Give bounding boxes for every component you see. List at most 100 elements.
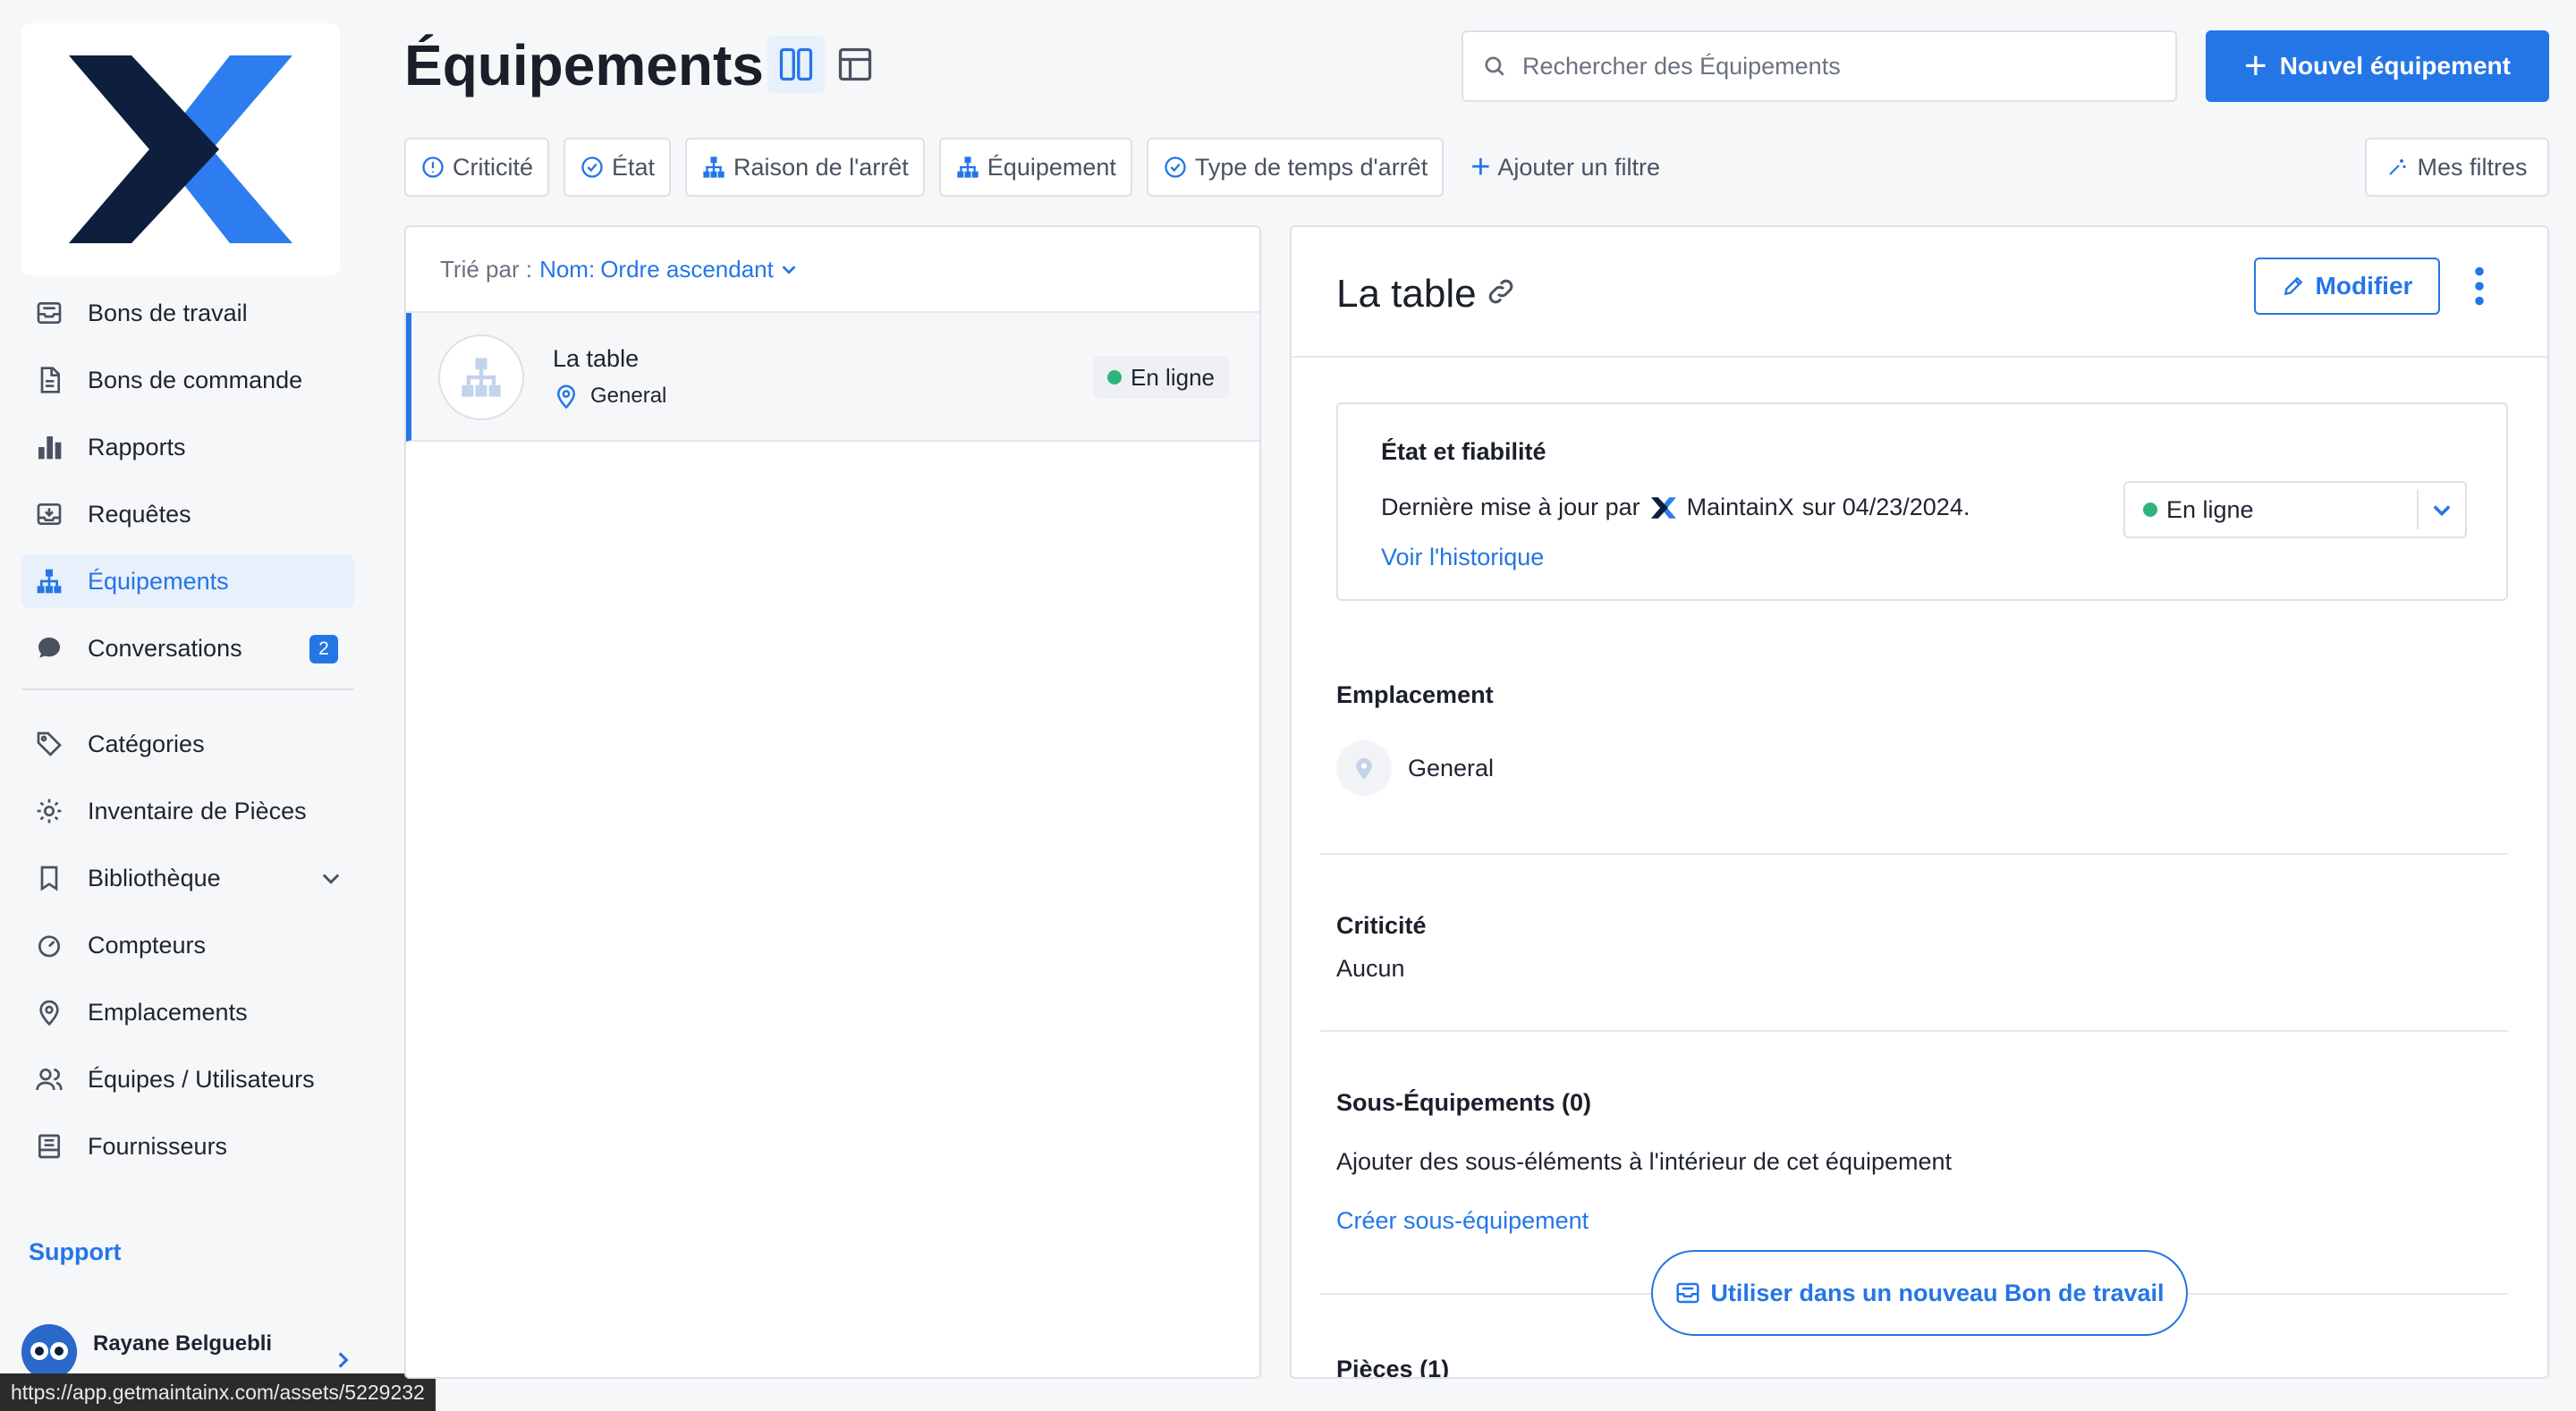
filter-state[interactable]: État [564,138,672,197]
status-bar-url: https://app.getmaintainx.com/assets/5229… [0,1373,436,1411]
history-link[interactable]: Voir l'historique [1381,544,1544,571]
unread-badge: 2 [309,635,338,663]
create-sub-asset-link[interactable]: Créer sous-équipement [1336,1207,1589,1235]
link-icon[interactable] [1485,275,1517,308]
section-divider [1320,853,2508,855]
sidebar-item-teams-users[interactable]: Équipes / Utilisateurs [21,1052,354,1106]
filter-asset[interactable]: Équipement [938,138,1132,197]
online-dot [2143,503,2157,517]
sidebar-item-vendors[interactable]: Fournisseurs [21,1120,354,1173]
chevron-down-icon[interactable] [779,259,799,279]
filter-bar: Criticité État Raison de l'arrêt Équipem… [404,138,1689,197]
tag-icon [34,729,64,759]
storefront-icon [34,1131,64,1162]
state-reliability-card: État et fiabilité Dernière mise à jour p… [1336,402,2508,601]
state-updated-suffix: sur 04/23/2024. [1801,494,1970,520]
users-icon [34,1064,64,1094]
sub-assets-text: Ajouter des sous-éléments à l'intérieur … [1336,1148,1953,1175]
chevron-right-icon[interactable] [331,1348,354,1372]
filter-label: Type de temps d'arrêt [1194,153,1428,181]
filter-criticality[interactable]: Criticité [404,138,550,197]
sidebar-item-label: Rapports [88,433,186,460]
asset-list-panel: Trié par : Nom: Ordre ascendant La table… [404,225,1261,1379]
new-asset-label: Nouvel équipement [2279,52,2511,80]
asset-location: General [553,383,666,410]
asset-location-label: General [590,384,667,408]
search-input[interactable]: Rechercher des Équipements [1462,30,2177,102]
map-pin-icon [556,384,576,410]
check-circle-icon [1165,156,1186,178]
edit-button[interactable]: Modifier [2254,258,2440,315]
list-item[interactable]: La table General En ligne [406,313,1259,442]
sidebar-item-label: Équipes / Utilisateurs [88,1065,315,1093]
filter-label: État [612,153,656,181]
sidebar-item-meters[interactable]: Compteurs [21,918,354,972]
sidebar-nav: Bons de travail Bons de commande Rapport… [21,286,354,1187]
hierarchy-icon [957,156,979,178]
alert-circle-icon [422,156,444,178]
sidebar-item-categories[interactable]: Catégories [21,717,354,771]
filter-downtime-type[interactable]: Type de temps d'arrêt [1146,138,1445,197]
sort-prefix: Trié par : [440,255,533,283]
check-circle-icon [581,156,603,178]
asset-avatar [438,334,524,420]
my-filters-button[interactable]: Mes filtres [2365,138,2549,197]
maintainx-logo-icon [69,55,292,243]
sidebar-item-work-orders[interactable]: Bons de travail [21,286,354,340]
sidebar-item-label: Catégories [88,730,205,757]
map-pin-icon [1356,757,1372,780]
sidebar-item-label: Équipements [88,567,229,595]
user-profile[interactable]: Rayane Belguebli [21,1324,361,1380]
gauge-icon [34,930,64,960]
bar-chart-icon [34,432,64,462]
location-value: General [1408,754,1495,782]
state-select-value: En ligne [2166,495,2254,523]
sub-assets-section-label: Sous-Équipements (0) [1336,1089,1592,1116]
sidebar-item-assets[interactable]: Équipements [21,554,354,608]
table-view-button[interactable] [826,36,884,93]
filter-label: Criticité [453,153,534,181]
user-name: Rayane Belguebli [93,1331,273,1356]
maintainx-logo-icon [1650,496,1676,519]
sidebar-item-label: Requêtes [88,500,191,528]
filter-label: Raison de l'arrêt [733,153,909,181]
select-separator [2417,490,2419,529]
state-select[interactable]: En ligne [2123,481,2467,538]
status-badge: En ligne [1093,356,1229,399]
asset-name: La table [553,345,640,372]
search-icon [1485,56,1504,76]
split-view-button[interactable] [767,36,825,93]
add-filter-button[interactable]: + Ajouter un filtre [1458,138,1674,197]
use-in-new-work-order-button[interactable]: Utiliser dans un nouveau Bon de travail [1651,1250,2188,1336]
sidebar-item-requests[interactable]: Requêtes [21,487,354,541]
support-link[interactable]: Support [29,1238,121,1266]
sort-value[interactable]: Ordre ascendant [600,256,774,283]
sidebar-item-label: Emplacements [88,998,248,1026]
app-logo[interactable] [21,23,340,275]
chevron-down-icon[interactable] [2429,497,2454,522]
document-icon [34,365,64,395]
location-row[interactable]: General [1336,740,1494,796]
sidebar-item-label: Conversations [88,634,242,662]
sidebar-item-purchase-orders[interactable]: Bons de commande [21,353,354,407]
sidebar-item-conversations[interactable]: Conversations 2 [21,621,354,675]
more-vertical-icon[interactable] [2470,266,2488,306]
sidebar-item-parts-inventory[interactable]: Inventaire de Pièces [21,784,354,838]
sidebar-item-library[interactable]: Bibliothèque [21,851,354,905]
sort-bar: Trié par : Nom: Ordre ascendant [406,227,1259,313]
sort-key[interactable]: Nom: [539,256,595,283]
chevron-down-icon[interactable] [318,866,343,891]
sidebar-divider [21,689,354,690]
sidebar-item-locations[interactable]: Emplacements [21,985,354,1039]
parts-section-label: Pièces (1) [1336,1356,1450,1379]
gear-icon [34,796,64,826]
filter-label: Équipement [987,153,1116,181]
sidebar-item-reports[interactable]: Rapports [21,420,354,474]
filter-downtime-reason[interactable]: Raison de l'arrêt [685,138,925,197]
edit-label: Modifier [2315,272,2413,300]
state-title: État et fiabilité [1381,438,1546,465]
sidebar-item-label: Bibliothèque [88,864,221,891]
avatar [21,1324,77,1380]
new-asset-button[interactable]: + Nouvel équipement [2206,30,2549,102]
asset-detail-panel: La table Modifier État et fiabilité Dern… [1290,225,2549,1379]
